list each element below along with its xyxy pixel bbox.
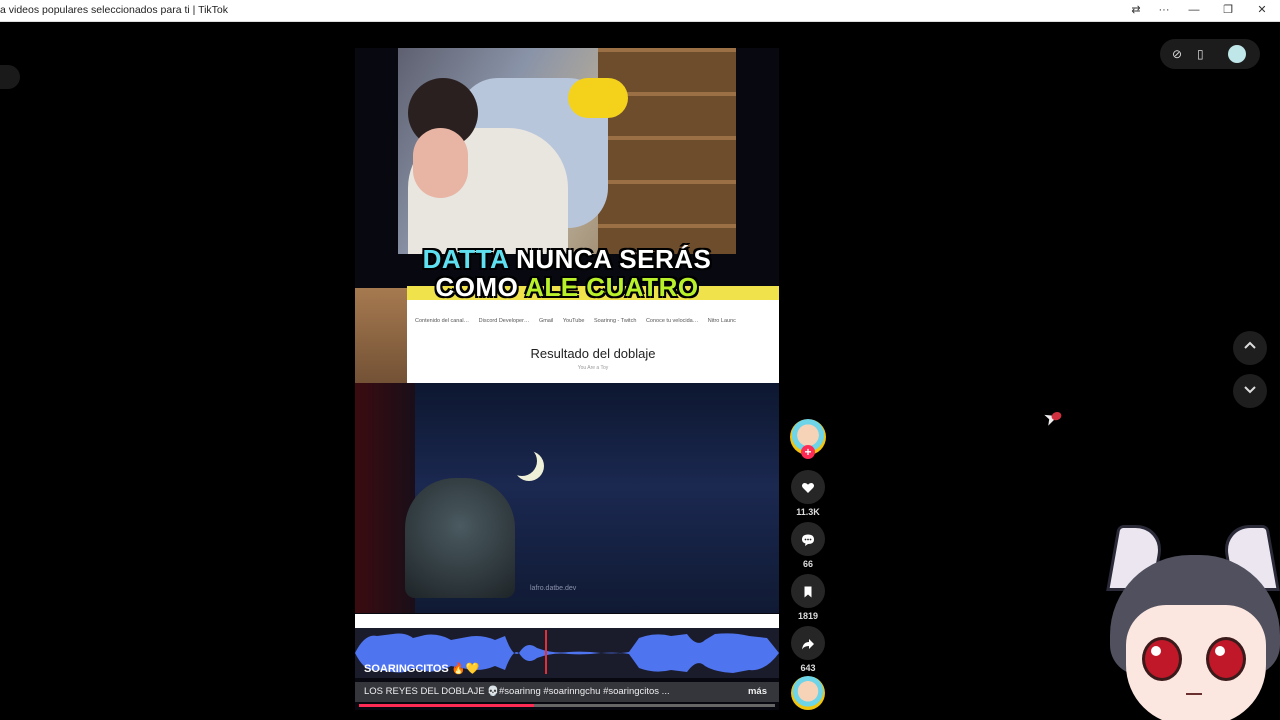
bookmark-icon: [804, 586, 812, 598]
video-player[interactable]: DATTA NUNCA SERÁS ϟ Contenido del canal……: [355, 48, 779, 710]
chevron-down-icon: [1244, 386, 1256, 394]
follow-button[interactable]: +: [801, 445, 815, 459]
caption-text: NUNCA SERÁS: [508, 244, 712, 274]
profile-avatar[interactable]: [1228, 45, 1246, 63]
chevron-up-icon: [1244, 341, 1256, 349]
waveform-header: [355, 614, 779, 628]
restore-button[interactable]: ❐: [1216, 2, 1240, 19]
more-link[interactable]: más: [748, 686, 767, 697]
minimize-button[interactable]: —: [1182, 2, 1206, 19]
close-button[interactable]: ✕: [1250, 2, 1274, 19]
eye-highlight: [1215, 646, 1225, 656]
bookmark-item: Gmail: [538, 318, 554, 324]
movie-scene: lafro.datbe.dev: [355, 383, 779, 613]
streamer-cam: [398, 48, 736, 254]
author-name[interactable]: SOARINGCITOS 🔥💛: [364, 662, 479, 675]
cursor-decoration: [1050, 410, 1063, 422]
cursor-icon: ➤: [1041, 406, 1063, 431]
author-handle[interactable]: SOARINGCITOS: [364, 663, 449, 675]
caption-highlight: DATTA: [422, 244, 509, 274]
bookmark-item: Nitro Launc: [707, 318, 736, 324]
previous-video-button[interactable]: [1233, 331, 1267, 365]
comment-button[interactable]: [791, 522, 825, 556]
shelf: [598, 48, 736, 254]
share-count: 643: [800, 663, 816, 673]
heart-icon: [801, 483, 815, 494]
author-emoji: 🔥💛: [451, 663, 480, 675]
bookmark-item: Discord Developer…: [478, 318, 530, 324]
caption-text: COMO: [435, 272, 526, 302]
progress-fill: [359, 704, 534, 707]
window-title: a videos populares seleccionados para ti…: [0, 4, 229, 16]
save-count: 1819: [797, 611, 819, 621]
bookmark-bar: Contenido del canal… Discord Developer… …: [407, 318, 779, 332]
plush-toy: [568, 78, 628, 118]
bookmark-item: YouTube: [562, 318, 585, 324]
streamer-face: [413, 128, 468, 198]
caption-line-2: COMO ALE CUATRO: [355, 272, 779, 303]
share-icon: [802, 639, 814, 650]
progress-bar[interactable]: [359, 704, 775, 707]
like-count: 11.3K: [796, 507, 820, 517]
waveform-playhead: [545, 630, 547, 674]
browser-titlebar: a videos populares seleccionados para ti…: [0, 0, 1280, 22]
vtuber-avatar-overlay: [1100, 525, 1280, 720]
video-description: LOS REYES DEL DOBLAJE 💀#soarinng #soarin…: [355, 682, 779, 702]
comment-count: 66: [802, 559, 813, 569]
avatar-left-eye: [1142, 637, 1182, 681]
result-title: Resultado del doblaje: [530, 346, 656, 361]
top-right-controls: ⊘ ▯: [1160, 39, 1260, 69]
translate-icon[interactable]: ⇄: [1124, 2, 1148, 19]
avatar-mouth: [1186, 693, 1202, 695]
caption-line-1: DATTA NUNCA SERÁS: [355, 244, 779, 275]
bookmark-item: Soarinng - Twitch: [594, 318, 637, 324]
back-button[interactable]: [0, 65, 20, 89]
result-subtitle: You Are a Toy: [577, 365, 609, 371]
description-text: LOS REYES DEL DOBLAJE 💀#soarinng #soarin…: [364, 686, 670, 697]
bookmark-item: Conoce tu velocida…: [645, 318, 699, 324]
bookmark-item: Contenido del canal…: [415, 318, 470, 324]
share-button[interactable]: [791, 626, 825, 660]
more-options-button[interactable]: ···: [1152, 2, 1176, 19]
comment-icon: [802, 534, 814, 547]
sound-avatar[interactable]: [791, 676, 825, 710]
like-button[interactable]: [791, 470, 825, 504]
compass-icon[interactable]: ⊘: [1172, 47, 1182, 61]
caption-highlight: ALE CUATRO: [525, 272, 699, 302]
device-icon[interactable]: ▯: [1197, 47, 1204, 61]
eye-highlight: [1151, 646, 1161, 656]
watermark: lafro.datbe.dev: [530, 585, 577, 592]
save-button[interactable]: [791, 574, 825, 608]
next-video-button[interactable]: [1233, 374, 1267, 408]
moon: [507, 446, 537, 476]
toy-figure: [405, 478, 515, 598]
avatar-right-eye: [1206, 637, 1246, 681]
